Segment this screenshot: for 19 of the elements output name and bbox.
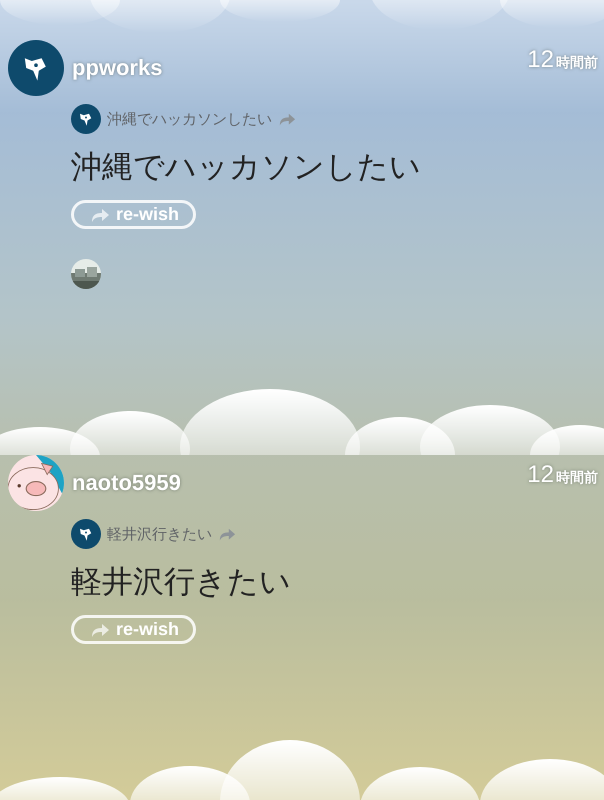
rewish-button[interactable]: re-wish [71,200,196,229]
rewish-button[interactable]: re-wish [71,615,196,644]
time-number: 12 [527,46,554,74]
time-unit: 時間前 [556,54,598,72]
time-unit: 時間前 [556,469,598,487]
source-avatar [71,104,101,134]
source-wish-title[interactable]: 軽井沢行きたい [107,524,212,544]
username[interactable]: naoto5959 [72,470,520,496]
wish-text: 軽井沢行きたい [71,563,291,602]
source-avatar [71,519,101,549]
wish-text: 沖縄でハッカソンしたい [71,148,421,187]
share-arrow-icon [90,622,110,638]
time-number: 12 [527,461,554,489]
username[interactable]: ppworks [72,55,520,81]
share-arrow-icon [90,206,110,222]
share-arrow-icon [278,112,296,126]
user-avatar [8,40,64,96]
share-arrow-icon [218,526,236,542]
source-wish-title[interactable]: 沖縄でハッカソンしたい [107,110,272,128]
